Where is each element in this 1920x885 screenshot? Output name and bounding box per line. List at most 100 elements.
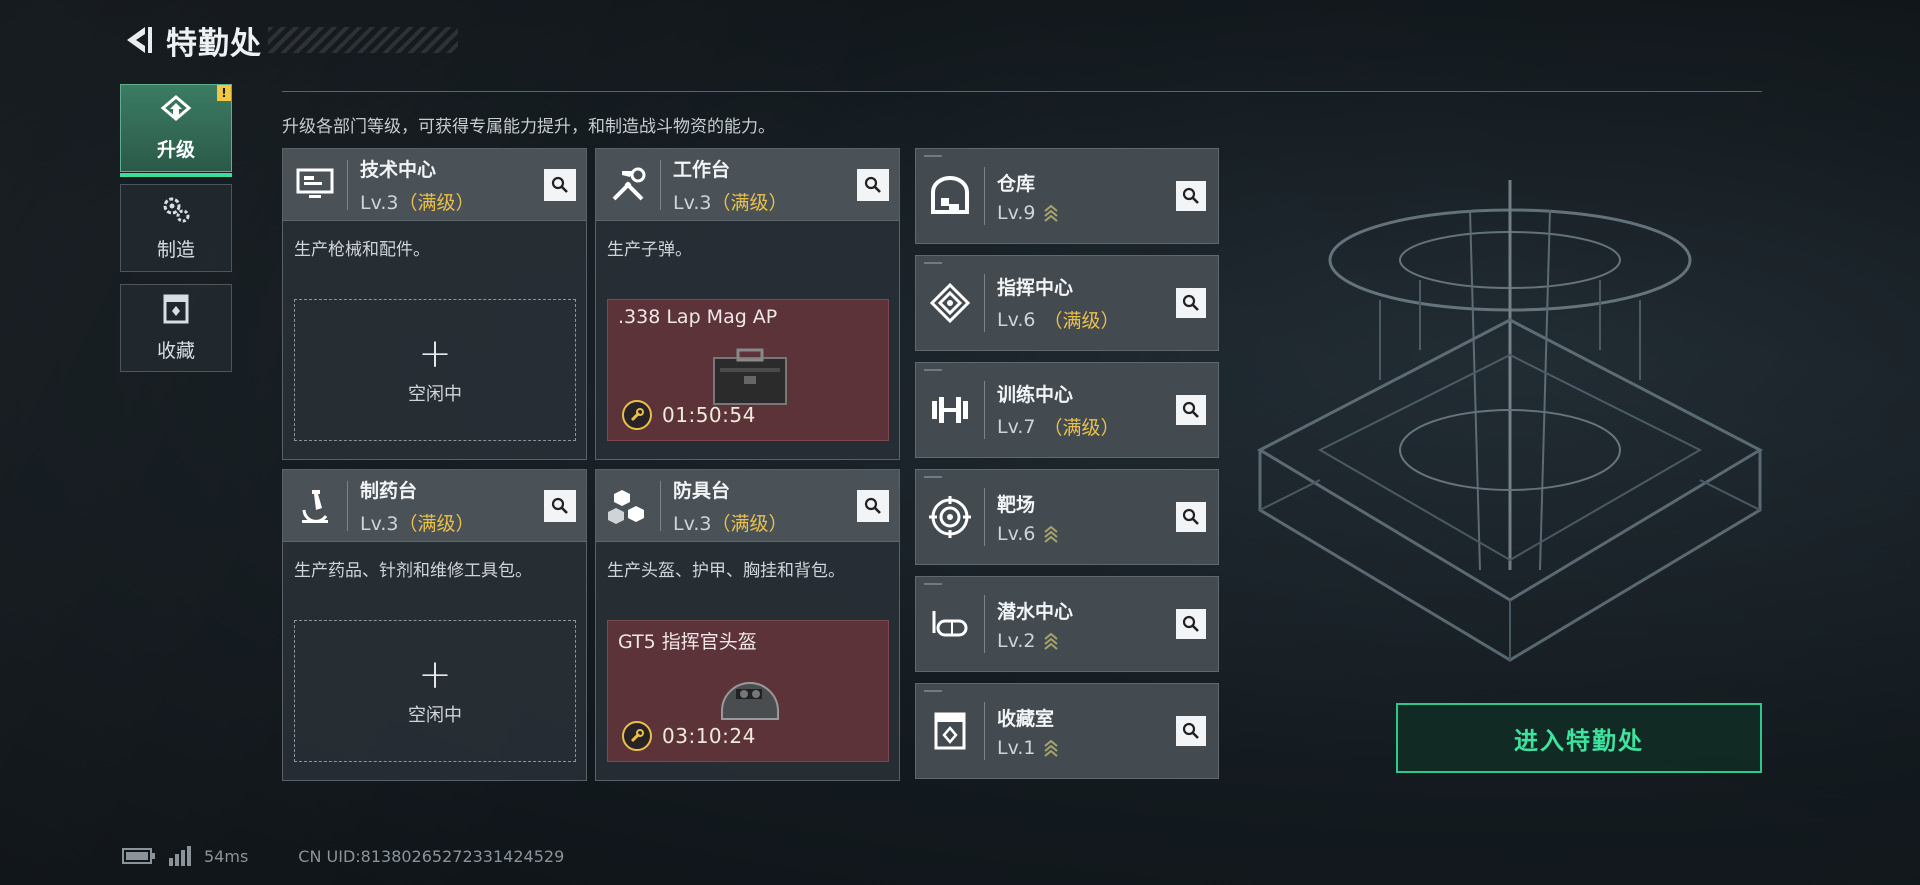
separator	[984, 274, 985, 332]
upgrade-chevron-icon	[1044, 525, 1059, 543]
collection-icon	[162, 294, 190, 330]
facility-training-center[interactable]: 训练中心 Lv.7 （满级）	[915, 362, 1219, 458]
upgrade-icon	[159, 94, 193, 129]
idle-slot[interactable]: + 空闲中	[294, 299, 576, 441]
department-name: 防具台	[673, 479, 731, 502]
title-decoration	[268, 27, 458, 53]
department-description: 生产子弹。	[607, 240, 692, 260]
search-icon[interactable]	[1176, 609, 1206, 639]
separator	[984, 702, 985, 760]
microscope-icon	[293, 484, 337, 528]
facility-warehouse[interactable]: 仓库 Lv.9	[915, 148, 1219, 244]
department-name: 技术中心	[360, 158, 437, 181]
battery-icon	[122, 848, 155, 864]
facility-level: Lv.9	[997, 202, 1059, 224]
production-timer: 01:50:54	[662, 403, 756, 427]
timer-row: 01:50:54	[622, 400, 756, 430]
facility-command-center[interactable]: 指挥中心 Lv.6 （满级）	[915, 255, 1219, 351]
separator	[984, 381, 985, 439]
department-level: Lv.3（满级）	[360, 191, 475, 214]
warehouse-icon	[928, 174, 972, 218]
department-card-workbench: 工作台 Lv.3（满级） 生产子弹。 .338 Lap Mag AP 01:50…	[595, 148, 900, 460]
armor-cubes-icon	[606, 484, 650, 528]
facility-dive-center[interactable]: 潜水中心 Lv.2	[915, 576, 1219, 672]
department-description: 生产药品、针剂和维修工具包。	[294, 561, 532, 581]
status-footer: 54ms CN UID:8138026527233142452​9	[122, 846, 564, 866]
page-description: 升级各部门等级，可获得专属能力提升，和制造战斗物资的能力。	[282, 117, 775, 137]
card-header: 技术中心 Lv.3（满级）	[283, 149, 586, 221]
facility-range[interactable]: 靶场 Lv.6	[915, 469, 1219, 565]
department-card-pharmacy: 制药台 Lv.3（满级） 生产药品、针剂和维修工具包。 + 空闲中	[282, 469, 587, 781]
search-icon[interactable]	[1176, 502, 1206, 532]
enter-button-label: 进入特勤处	[1514, 726, 1644, 755]
side-nav: ! 升级 制造 收藏	[120, 84, 232, 384]
plus-icon: +	[418, 652, 452, 698]
upgrade-chevron-icon	[1044, 739, 1059, 757]
facility-level: Lv.6	[997, 523, 1059, 545]
production-timer: 03:10:24	[662, 724, 756, 748]
divider	[282, 91, 1762, 92]
search-icon[interactable]	[544, 169, 576, 201]
department-level: Lv.3（满级）	[360, 512, 475, 535]
separator	[660, 159, 661, 210]
facility-level: Lv.1	[997, 737, 1059, 759]
user-uid: CN UID:8138026527233142452​9	[298, 846, 565, 866]
search-icon[interactable]	[857, 169, 889, 201]
facility-name: 靶场	[997, 493, 1036, 516]
facility-collection-room[interactable]: 收藏室 Lv.1	[915, 683, 1219, 779]
enter-special-ops-button[interactable]: 进入特勤处	[1396, 703, 1762, 773]
department-name: 工作台	[673, 158, 731, 181]
upgrade-chevron-icon	[1044, 204, 1059, 222]
separator	[660, 480, 661, 531]
production-item-name: GT5 指挥官头盔	[618, 631, 757, 653]
search-icon[interactable]	[544, 490, 576, 522]
search-icon[interactable]	[1176, 716, 1206, 746]
ping-value: 54ms	[204, 846, 249, 866]
search-icon[interactable]	[1176, 395, 1206, 425]
search-icon[interactable]	[857, 490, 889, 522]
dumbbell-icon	[928, 388, 972, 432]
signal-icon	[169, 846, 191, 866]
wrench-icon	[622, 721, 652, 751]
nav-item-craft[interactable]: 制造	[120, 184, 232, 272]
timer-row: 03:10:24	[622, 721, 756, 751]
idle-label: 空闲中	[408, 705, 462, 726]
alert-badge: !	[217, 85, 231, 101]
production-slot[interactable]: .338 Lap Mag AP 01:50:54	[607, 299, 889, 441]
facility-name: 潜水中心	[997, 600, 1074, 623]
search-icon[interactable]	[1176, 288, 1206, 318]
separator	[347, 159, 348, 210]
headquarters-wireframe	[1256, 180, 1764, 662]
separator	[984, 488, 985, 546]
search-icon[interactable]	[1176, 181, 1206, 211]
department-name: 制药台	[360, 479, 418, 502]
facility-level: Lv.2	[997, 630, 1073, 652]
separator	[347, 480, 348, 531]
nav-item-upgrade[interactable]: ! 升级	[120, 84, 232, 177]
back-arrow-icon[interactable]	[118, 20, 158, 60]
department-description: 生产头盔、护甲、胸挂和背包。	[607, 561, 845, 581]
card-header: 防具台 Lv.3（满级）	[596, 470, 899, 542]
facility-level: Lv.6 （满级）	[997, 308, 1120, 333]
department-description: 生产枪械和配件。	[294, 240, 430, 260]
department-card-tech-center: 技术中心 Lv.3（满级） 生产枪械和配件。 + 空闲中	[282, 148, 587, 460]
department-level: Lv.3（满级）	[673, 512, 788, 535]
facility-name: 仓库	[997, 172, 1036, 195]
dive-mask-icon	[928, 602, 972, 646]
plus-icon: +	[418, 331, 452, 377]
nav-item-collection[interactable]: 收藏	[120, 284, 232, 372]
production-item-name: .338 Lap Mag AP	[618, 306, 778, 328]
idle-slot[interactable]: + 空闲中	[294, 620, 576, 762]
command-icon	[928, 281, 972, 325]
wrench-icon	[622, 400, 652, 430]
page-header: 特勤处	[118, 18, 458, 62]
page-title: 特勤处	[166, 25, 262, 62]
nav-label: 升级	[156, 138, 195, 161]
monitor-icon	[293, 163, 337, 207]
idle-label: 空闲中	[408, 384, 462, 405]
gears-icon	[160, 195, 192, 229]
production-slot[interactable]: GT5 指挥官头盔 03:10:24	[607, 620, 889, 762]
separator	[984, 595, 985, 653]
facility-level: Lv.7 （满级）	[997, 415, 1120, 440]
department-card-armor: 防具台 Lv.3（满级） 生产头盔、护甲、胸挂和背包。 GT5 指挥官头盔 03…	[595, 469, 900, 781]
